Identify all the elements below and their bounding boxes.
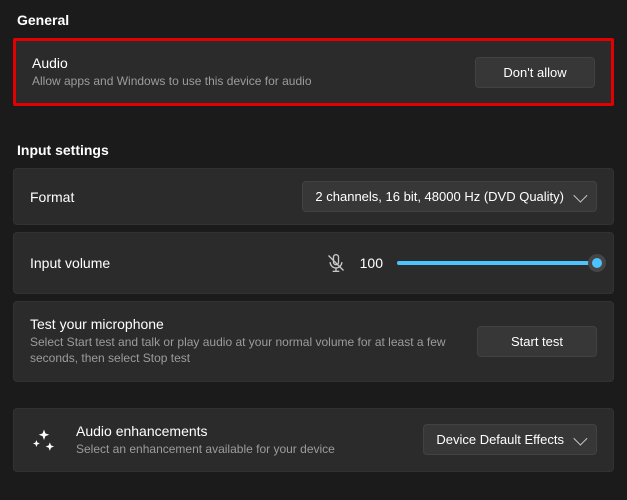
slider-thumb[interactable] [588,254,606,272]
input-settings-header: Input settings [13,140,614,168]
test-mic-title: Test your microphone [30,316,461,332]
sparkle-icon [30,426,58,454]
format-label: Format [30,189,74,205]
dont-allow-button[interactable]: Don't allow [475,57,595,88]
audio-title: Audio [32,55,459,71]
mic-muted-icon[interactable] [326,251,346,275]
enhancements-left: Audio enhancements Select an enhancement… [30,423,335,457]
test-mic-text: Test your microphone Select Start test a… [30,316,477,366]
enhancements-dropdown[interactable]: Device Default Effects [423,424,597,455]
general-header: General [13,10,614,38]
volume-slider[interactable] [397,254,597,272]
audio-subtitle: Allow apps and Windows to use this devic… [32,73,459,89]
enhancements-subtitle: Select an enhancement available for your… [76,441,335,457]
enhancements-title: Audio enhancements [76,423,335,439]
start-test-button[interactable]: Start test [477,326,597,357]
test-microphone-row: Test your microphone Select Start test a… [13,301,614,381]
audio-permission-text: Audio Allow apps and Windows to use this… [32,55,475,89]
audio-permission-card: Audio Allow apps and Windows to use this… [13,38,614,106]
enhancements-text: Audio enhancements Select an enhancement… [76,423,335,457]
input-volume-label: Input volume [30,255,110,271]
slider-fill [397,261,597,265]
input-volume-controls: 100 [326,251,597,275]
audio-enhancements-row[interactable]: Audio enhancements Select an enhancement… [13,408,614,472]
test-mic-subtitle: Select Start test and talk or play audio… [30,334,461,366]
format-selected: 2 channels, 16 bit, 48000 Hz (DVD Qualit… [315,189,564,204]
input-volume-row: Input volume 100 [13,232,614,294]
enhancements-selected: Device Default Effects [436,432,564,447]
chevron-down-icon [573,431,587,445]
chevron-down-icon [573,188,587,202]
format-dropdown[interactable]: 2 channels, 16 bit, 48000 Hz (DVD Qualit… [302,181,597,212]
format-row[interactable]: Format 2 channels, 16 bit, 48000 Hz (DVD… [13,168,614,225]
volume-value: 100 [360,255,383,271]
